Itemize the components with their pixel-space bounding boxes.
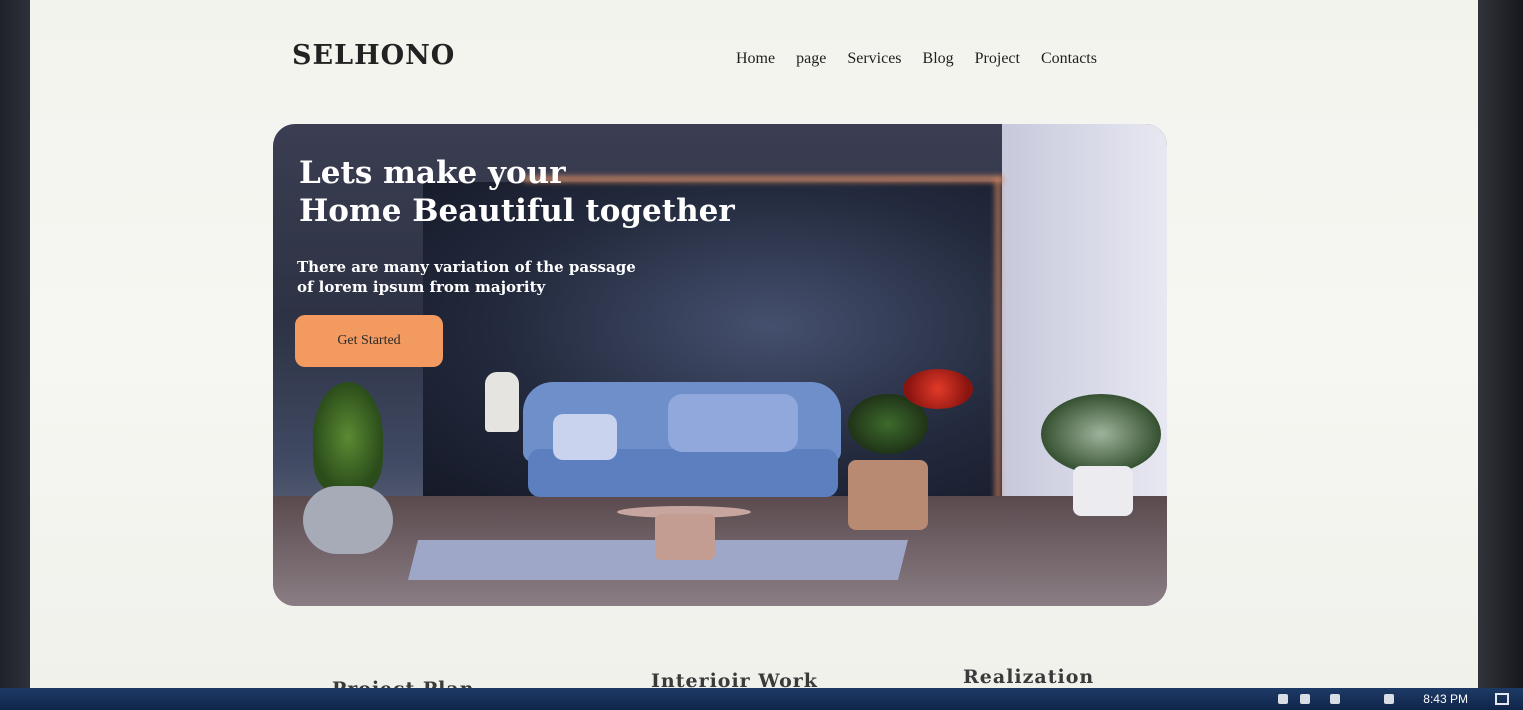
hero-subtitle: There are many variation of the passage … [297,258,636,296]
feature-title-realization: Realization [963,666,1095,688]
battery-icon[interactable] [1300,694,1310,704]
browser-viewport: SELHONO Home page Services Blog Project … [30,0,1478,700]
notification-icon[interactable] [1495,693,1509,705]
os-taskbar: 8:43 PM [0,688,1523,710]
network-icon[interactable] [1278,694,1288,704]
nav-services[interactable]: Services [847,50,901,68]
keyboard-icon[interactable] [1384,694,1394,704]
get-started-button[interactable]: Get Started [295,315,443,367]
hero-title-line-2: Home Beautiful together [299,193,735,229]
hero-bust-statue [485,372,519,432]
nav-project[interactable]: Project [975,50,1020,68]
main-nav: Home page Services Blog Project Contacts [736,50,1097,68]
hero-banner: Lets make your Home Beautiful together T… [273,124,1167,606]
hero-light-strip-side [995,178,1001,508]
volume-icon[interactable] [1330,694,1340,704]
hero-plant-left [313,382,383,492]
taskbar-clock[interactable]: 8:43 PM [1423,692,1468,706]
nav-contacts[interactable]: Contacts [1041,50,1097,68]
nav-page[interactable]: page [796,50,826,68]
nav-home[interactable]: Home [736,50,775,68]
hero-coffee-table-base [655,514,715,560]
hero-sofa-cushion [668,394,798,452]
hero-title: Lets make your Home Beautiful together [299,154,735,230]
hero-pot-left [303,486,393,554]
hero-plant-right [1041,394,1161,474]
site-logo[interactable]: SELHONO [292,40,455,71]
hero-wood-stump [848,460,928,530]
hero-title-line-1: Lets make your [299,155,566,191]
hero-sofa-pillow [553,414,617,460]
nav-blog[interactable]: Blog [923,50,954,68]
hero-red-flowers [903,369,973,409]
hero-pot-right [1073,466,1133,516]
